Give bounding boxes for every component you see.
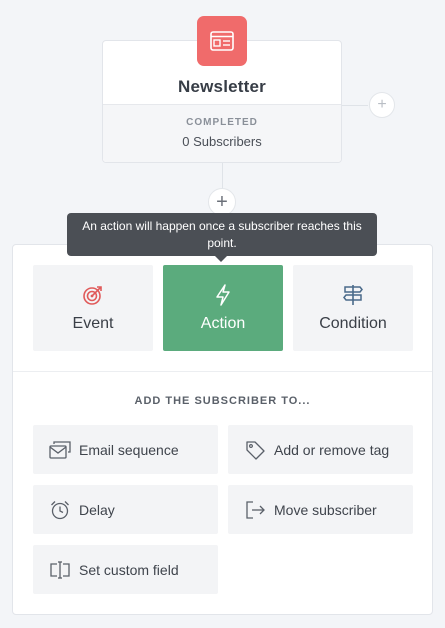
target-icon [82,283,104,307]
type-label: Action [200,315,246,332]
node-stats: COMPLETED 0 Subscribers [103,104,341,162]
option-email-sequence[interactable]: Email sequence [33,425,218,474]
lightning-icon [215,283,231,307]
option-label: Add or remove tag [274,441,390,458]
type-action-card[interactable]: Action [163,265,283,351]
step-picker-panel: Event Action Condition ADD THE SUBSCRIBE… [12,244,433,615]
option-move-subscriber[interactable]: Move subscriber [228,485,413,534]
connector-line [342,105,368,106]
type-event-card[interactable]: Event [33,265,153,351]
divider [13,371,432,372]
move-arrow-icon [244,500,266,520]
type-label: Condition [319,315,387,332]
option-set-custom-field[interactable]: Set custom field [33,545,218,594]
node-subscriber-count: 0 Subscribers [182,134,262,149]
email-sequence-icon [49,440,71,460]
option-label: Set custom field [79,561,179,578]
plus-icon: + [216,191,228,213]
option-label: Email sequence [79,441,179,458]
add-step-button[interactable]: + [208,188,236,216]
alarm-clock-icon [49,500,71,520]
tag-icon [244,440,266,460]
section-heading: ADD THE SUBSCRIBER TO... [134,395,311,407]
option-label: Delay [79,501,115,518]
signpost-icon [342,283,364,307]
node-status: COMPLETED [186,117,258,128]
action-tooltip: An action will happen once a subscriber … [67,213,377,256]
option-delay[interactable]: Delay [33,485,218,534]
tooltip-arrow [214,255,228,262]
plus-icon: + [377,96,387,113]
connector-line [222,163,223,189]
newsletter-icon [197,16,247,66]
type-condition-card[interactable]: Condition [293,265,413,351]
type-label: Event [72,315,114,332]
add-branch-button[interactable]: + [369,92,395,118]
option-add-remove-tag[interactable]: Add or remove tag [228,425,413,474]
option-label: Move subscriber [274,501,377,518]
node-title: Newsletter [178,77,266,96]
custom-field-icon [49,560,71,580]
